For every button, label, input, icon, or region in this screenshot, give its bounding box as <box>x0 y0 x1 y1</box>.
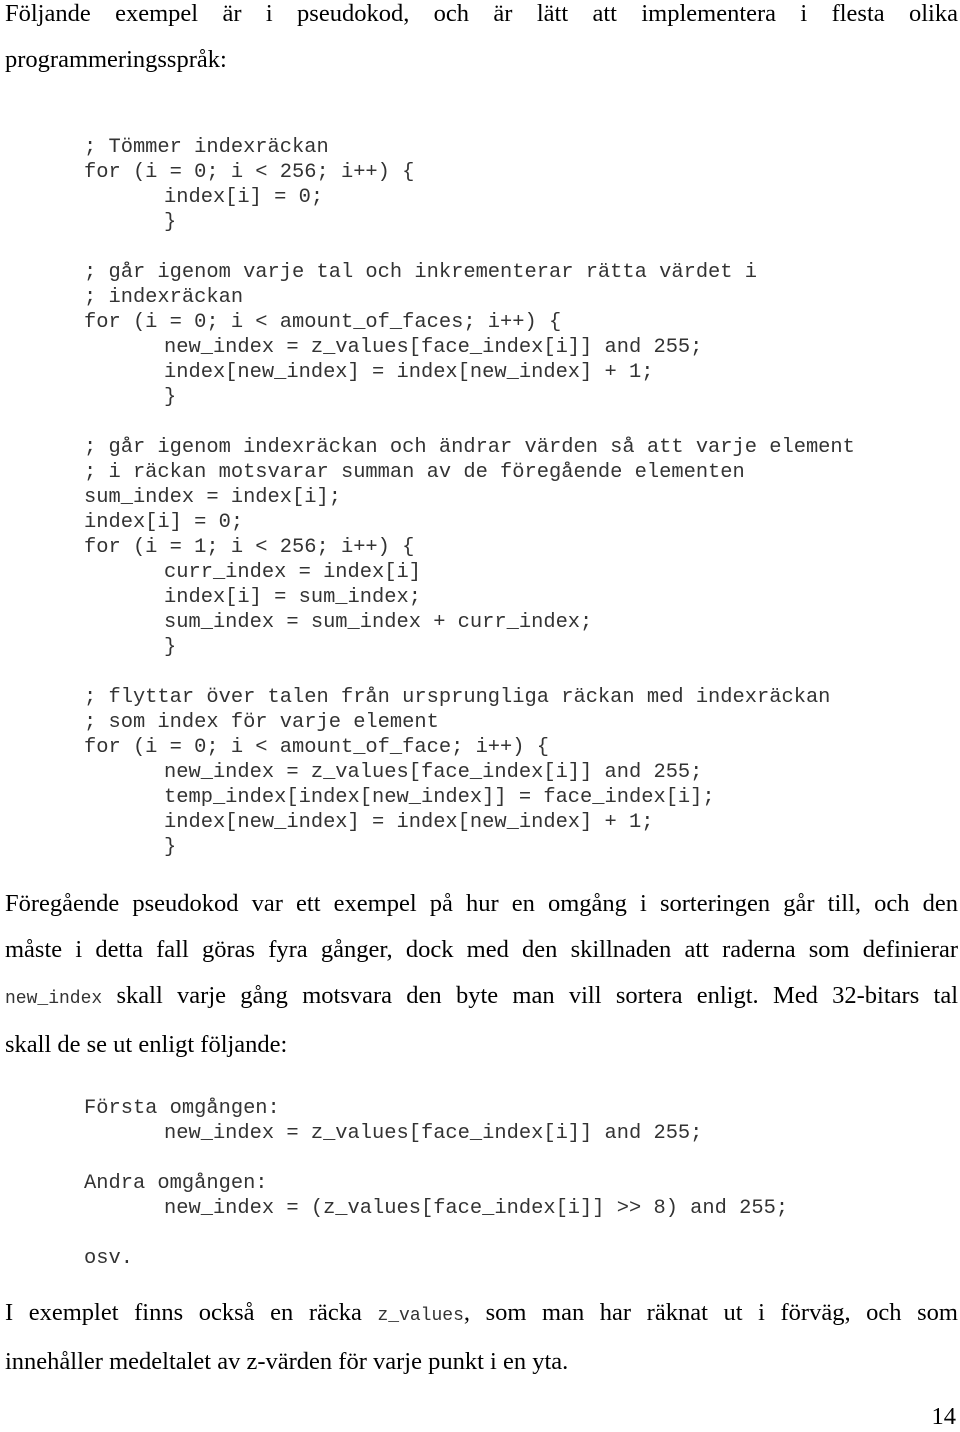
sorting-passes-block: Första omgången: new_index = z_values[fac… <box>84 1096 788 1271</box>
code-line: ; Tömmer indexräckan <box>84 136 329 159</box>
code-line: for (i = 0; i < amount_of_faces; i++) { <box>84 311 562 334</box>
code-line: index[i] = 0; <box>84 511 244 534</box>
code-line: temp_index[index[new_index]] = face_inde… <box>164 786 715 809</box>
explanation-line-4: skall de se ut enligt följande: <box>5 1031 288 1058</box>
closing-paragraph: I exemplet finns också en räcka z_values… <box>5 1290 958 1385</box>
explanation-line-3: new_index skall varje gång motsvara den … <box>5 973 958 1022</box>
code-line: ; flyttar över talen från ursprungliga r… <box>84 686 831 709</box>
code-line: for (i = 1; i < 256; i++) { <box>84 536 415 559</box>
explanation-line-2: måste i detta fall göras fyra gånger, do… <box>5 936 958 963</box>
code-line: for (i = 0; i < amount_of_face; i++) { <box>84 736 549 759</box>
code-line: } <box>164 636 177 659</box>
closing-line-2: innehåller medeltalet av z-värden för va… <box>5 1348 569 1375</box>
code-line: new_index = z_values[face_index[i]] and … <box>164 761 703 784</box>
explanation-line-3-text: skall varje gång motsvara den byte man v… <box>102 982 958 1009</box>
code-line: } <box>164 836 177 859</box>
inline-code-z-values: z_values <box>377 1306 464 1326</box>
closing-line-1: I exemplet finns också en räcka z_values… <box>5 1290 958 1339</box>
code-line: } <box>164 386 177 409</box>
closing-line-1-before: I exemplet finns också en räcka <box>5 1299 378 1326</box>
closing-line-1-after: , som man har räknat ut i förväg, och so… <box>463 1299 958 1326</box>
code-line: ; i räckan motsvarar summan av de föregå… <box>84 461 745 484</box>
code-line: ; går igenom indexräckan och ändrar värd… <box>84 436 855 459</box>
code-line: for (i = 0; i < 256; i++) { <box>84 161 415 184</box>
code-line: new_index = (z_values[face_index[i]] >> … <box>164 1197 789 1220</box>
code-line: index[i] = sum_index; <box>164 586 421 609</box>
code-line: ; indexräckan <box>84 286 244 309</box>
code-line: Andra omgången: <box>84 1172 268 1195</box>
code-line: sum_index = index[i]; <box>84 486 341 509</box>
code-line: curr_index = index[i] <box>164 561 421 584</box>
explanation-paragraph: Föregående pseudokod var ett exempel på … <box>5 881 958 1068</box>
intro-paragraph: Följande exempel är i pseudokod, och är … <box>5 0 958 83</box>
intro-line-2: programmeringsspråk: <box>5 46 227 73</box>
page-number: 14 <box>931 1403 957 1430</box>
explanation-line-1: Föregående pseudokod var ett exempel på … <box>5 890 958 917</box>
code-line: index[new_index] = index[new_index] + 1; <box>164 361 654 384</box>
code-line: sum_index = sum_index + curr_index; <box>164 611 593 634</box>
code-line: Första omgången: <box>84 1097 280 1120</box>
code-line: index[i] = 0; <box>164 186 324 209</box>
code-line: ; går igenom varje tal och inkrementerar… <box>84 261 758 284</box>
code-line: new_index = z_values[face_index[i]] and … <box>164 1122 703 1145</box>
code-line: new_index = z_values[face_index[i]] and … <box>164 336 703 359</box>
inline-code-new-index: new_index <box>5 989 103 1009</box>
code-line: ; som index för varje element <box>84 711 439 734</box>
intro-line-1: Följande exempel är i pseudokod, och är … <box>5 0 958 27</box>
pseudocode-block: ; Tömmer indexräckan for (i = 0; i < 256;… <box>84 135 855 860</box>
code-line: osv. <box>84 1247 133 1270</box>
code-line: } <box>164 211 177 234</box>
code-line: index[new_index] = index[new_index] + 1; <box>164 811 654 834</box>
